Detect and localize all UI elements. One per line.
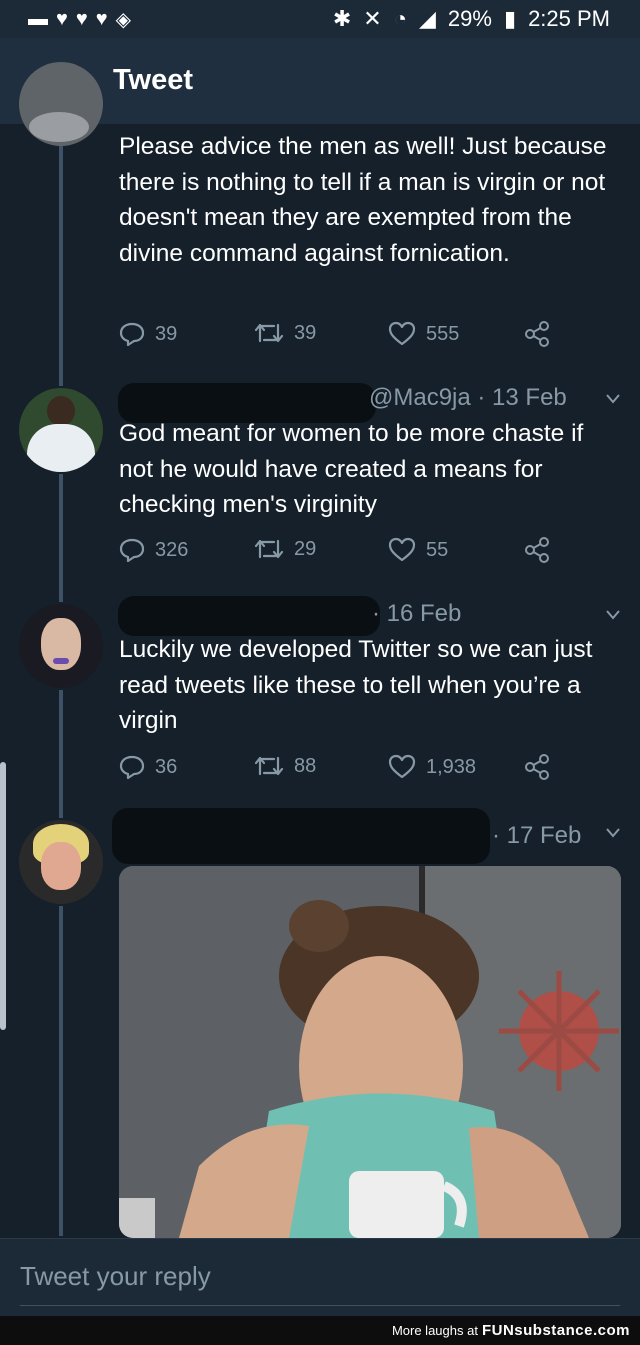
reply-button[interactable]: 36 [119, 754, 177, 780]
retweet-icon [254, 756, 284, 776]
avatar[interactable] [19, 604, 103, 688]
heart-icon [388, 537, 416, 562]
reply-count: 39 [155, 322, 178, 345]
page-title: Tweet [113, 64, 194, 96]
battery-icon: ▮ [503, 6, 517, 31]
bluetooth-icon: ✱ [332, 6, 352, 31]
reply-count: 326 [155, 538, 189, 561]
like-count: 1,938 [426, 755, 477, 778]
tweet-handle-date: · 16 Feb [372, 600, 462, 627]
reply-icon [119, 538, 145, 563]
avatar[interactable] [19, 62, 103, 146]
scrollbar[interactable] [0, 762, 6, 1030]
heart-icon: ♥ [56, 7, 68, 30]
reply-underline [20, 1305, 620, 1306]
tweet-actions: 36 88 1,938 [119, 754, 559, 784]
share-button[interactable] [524, 321, 550, 347]
signal-icon: ◢ [418, 6, 436, 31]
share-icon [525, 537, 549, 563]
mute-icon: ✕ [363, 6, 382, 31]
reply-button[interactable]: 326 [119, 537, 188, 563]
like-button[interactable]: 55 [388, 537, 448, 563]
chevron-down-icon[interactable] [606, 394, 620, 404]
footer-prefix: More laughs at [391, 1323, 478, 1338]
wifi-icon: ◔ [393, 6, 407, 31]
thread-line [59, 474, 63, 602]
thread-line [59, 690, 63, 818]
watermark-footer: More laughs at FUNsubstance.com [0, 1316, 640, 1345]
retweet-icon [254, 539, 284, 559]
tweet-text: God meant for women to be more chaste if… [119, 420, 584, 518]
tweet-text: Luckily we developed Twitter so we can j… [119, 636, 593, 734]
heart-icon [388, 321, 416, 346]
thread-line [59, 906, 63, 1236]
chevron-down-icon[interactable] [606, 828, 620, 838]
tweet-actions: 39 39 555 [119, 321, 559, 351]
heart-icon [388, 754, 416, 779]
reply-composer[interactable]: Tweet your reply [0, 1238, 640, 1317]
retweet-button[interactable]: 88 [254, 754, 316, 778]
share-button[interactable] [524, 537, 550, 563]
notification-icons: ▬ ♥ ♥ ♥ ◈ [28, 7, 131, 32]
gif-photo [119, 866, 621, 1238]
avatar[interactable] [19, 388, 103, 472]
avatar[interactable] [19, 820, 103, 904]
clock: 2:25 PM [528, 6, 610, 31]
heart-icon: ♥ [75, 7, 88, 30]
reply-input[interactable]: Tweet your reply [20, 1261, 211, 1292]
reply-icon [119, 755, 145, 780]
redacted-name [112, 808, 490, 864]
share-icon [525, 321, 549, 347]
share-button[interactable] [524, 754, 550, 780]
retweet-button[interactable]: 39 [254, 321, 316, 345]
system-icons: ✱ ✕ ◔ ◢ 29% ▮ 2:25 PM [333, 6, 610, 32]
tweet-actions: 326 29 55 [119, 537, 559, 567]
heart-icon: ♥ [95, 7, 108, 30]
reply-icon [119, 322, 145, 347]
reply-button[interactable]: 39 [119, 321, 177, 347]
status-bar: ▬ ♥ ♥ ♥ ◈ ✱ ✕ ◔ ◢ 29% ▮ 2:25 PM [0, 0, 640, 38]
like-button[interactable]: 1,938 [388, 754, 476, 780]
tweet-handle-date: @Mac9ja · 13 Feb [369, 384, 567, 411]
tweet-handle-date: · 17 Feb [492, 822, 582, 849]
tweet-text: Please advice the men as well! Just beca… [119, 133, 607, 267]
retweet-icon [254, 323, 284, 343]
message-icon: ▬ [28, 7, 48, 30]
chevron-down-icon[interactable] [606, 610, 620, 620]
retweet-count: 29 [294, 537, 317, 560]
share-icon [525, 754, 549, 780]
like-count: 55 [426, 538, 449, 561]
reply-count: 36 [155, 755, 178, 778]
tweet-image[interactable] [119, 866, 621, 1238]
retweet-button[interactable]: 29 [254, 537, 316, 561]
retweet-count: 88 [294, 754, 317, 777]
battery-percent: 29% [447, 6, 492, 31]
redacted-name [118, 596, 380, 636]
shield-icon: ◈ [115, 8, 132, 31]
retweet-count: 39 [294, 321, 317, 344]
thread-line [59, 124, 63, 386]
like-button[interactable]: 555 [388, 321, 459, 347]
like-count: 555 [426, 322, 460, 345]
footer-brand: FUNsubstance.com [481, 1322, 630, 1339]
